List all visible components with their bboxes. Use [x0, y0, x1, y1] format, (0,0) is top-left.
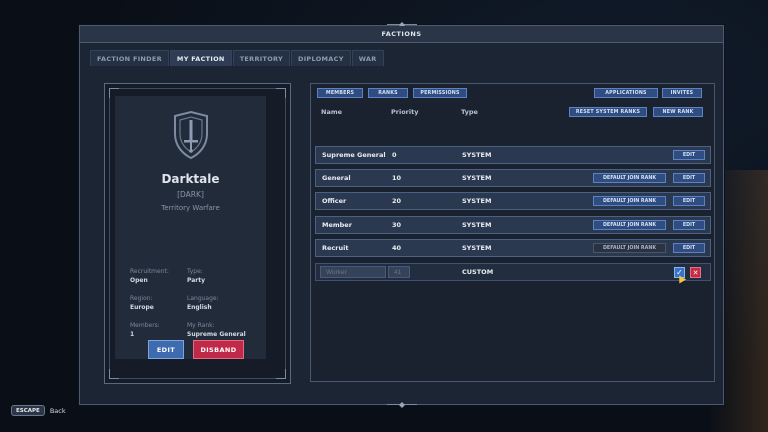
new-rank-row: CUSTOM ✓ ✕ — [315, 263, 711, 284]
default-join-rank-button[interactable]: DEFAULT JOIN RANK — [593, 196, 666, 206]
edit-rank-button[interactable]: EDIT — [673, 173, 705, 183]
column-name-header: Name — [321, 108, 343, 116]
escape-back-hint[interactable]: ESCAPE Back — [11, 405, 66, 416]
ranks-tab-button[interactable]: RANKS — [368, 88, 408, 98]
rank-row-member: Member 30 SYSTEM DEFAULT JOIN RANK EDIT — [315, 216, 711, 234]
info-language: Language: English — [187, 295, 219, 311]
invites-button[interactable]: INVITES — [662, 88, 702, 98]
tab-my-faction[interactable]: MY FACTION — [169, 50, 232, 66]
edit-faction-button[interactable]: EDIT — [148, 340, 184, 359]
window-title: FACTIONS — [80, 26, 723, 43]
members-tab-button[interactable]: MEMBERS — [317, 88, 363, 98]
info-type: Type: Party — [187, 268, 206, 284]
default-join-rank-button[interactable]: DEFAULT JOIN RANK — [593, 220, 666, 230]
tab-territory[interactable]: TERRITORY — [232, 50, 291, 66]
rank-row-general: General 10 SYSTEM DEFAULT JOIN RANK EDIT — [315, 169, 711, 187]
permissions-tab-button[interactable]: PERMISSIONS — [413, 88, 467, 98]
info-members: Members: 1 — [130, 322, 160, 338]
applications-button[interactable]: APPLICATIONS — [594, 88, 658, 98]
edit-rank-button[interactable]: EDIT — [673, 220, 705, 230]
tab-faction-finder[interactable]: FACTION FINDER — [90, 50, 169, 66]
shield-sword-icon — [171, 110, 211, 160]
factions-window: FACTIONS FACTION FINDER MY FACTION TERRI… — [79, 24, 724, 408]
rank-name-input[interactable] — [320, 266, 386, 278]
tab-bar: FACTION FINDER MY FACTION TERRITORY DIPL… — [90, 50, 385, 66]
tab-diplomacy[interactable]: DIPLOMACY — [291, 50, 351, 66]
rank-row-recruit: Recruit 40 SYSTEM DEFAULT JOIN RANK EDIT — [315, 239, 711, 257]
back-label: Back — [49, 406, 66, 415]
faction-card: Darktale [DARK] Territory Warfare Recrui… — [104, 83, 291, 384]
column-priority-header: Priority — [391, 108, 419, 116]
default-join-rank-button[interactable]: DEFAULT JOIN RANK — [593, 243, 666, 253]
faction-card-body: Darktale [DARK] Territory Warfare Recrui… — [115, 96, 266, 359]
window-ornament-bottom — [386, 402, 417, 408]
edit-rank-button[interactable]: EDIT — [673, 196, 705, 206]
cancel-x-icon[interactable]: ✕ — [690, 267, 701, 278]
info-region: Region: Europe — [130, 295, 154, 311]
escape-key-icon: ESCAPE — [11, 405, 45, 416]
disband-faction-button[interactable]: DISBAND — [193, 340, 244, 359]
info-recruitment: Recruitment: Open — [130, 268, 169, 284]
rank-row-supreme-general: Supreme General 0 SYSTEM EDIT — [315, 146, 711, 164]
rank-row-officer: Officer 20 SYSTEM DEFAULT JOIN RANK EDIT — [315, 192, 711, 210]
faction-description: Territory Warfare — [161, 204, 220, 212]
new-rank-button[interactable]: NEW RANK — [653, 107, 703, 117]
reset-system-ranks-button[interactable]: RESET SYSTEM RANKS — [569, 107, 647, 117]
tab-war[interactable]: WAR — [351, 50, 384, 66]
faction-tag: [DARK] — [177, 190, 204, 199]
default-join-rank-button[interactable]: DEFAULT JOIN RANK — [593, 173, 666, 183]
rank-priority-input[interactable] — [388, 266, 410, 278]
edit-rank-button[interactable]: EDIT — [673, 243, 705, 253]
faction-name: Darktale — [161, 172, 220, 186]
column-type-header: Type — [461, 108, 478, 116]
info-my-rank: My Rank: Supreme General — [187, 322, 246, 338]
edit-rank-button[interactable]: EDIT — [673, 150, 705, 160]
ranks-panel: MEMBERS RANKS PERMISSIONS APPLICATIONS I… — [310, 83, 715, 382]
